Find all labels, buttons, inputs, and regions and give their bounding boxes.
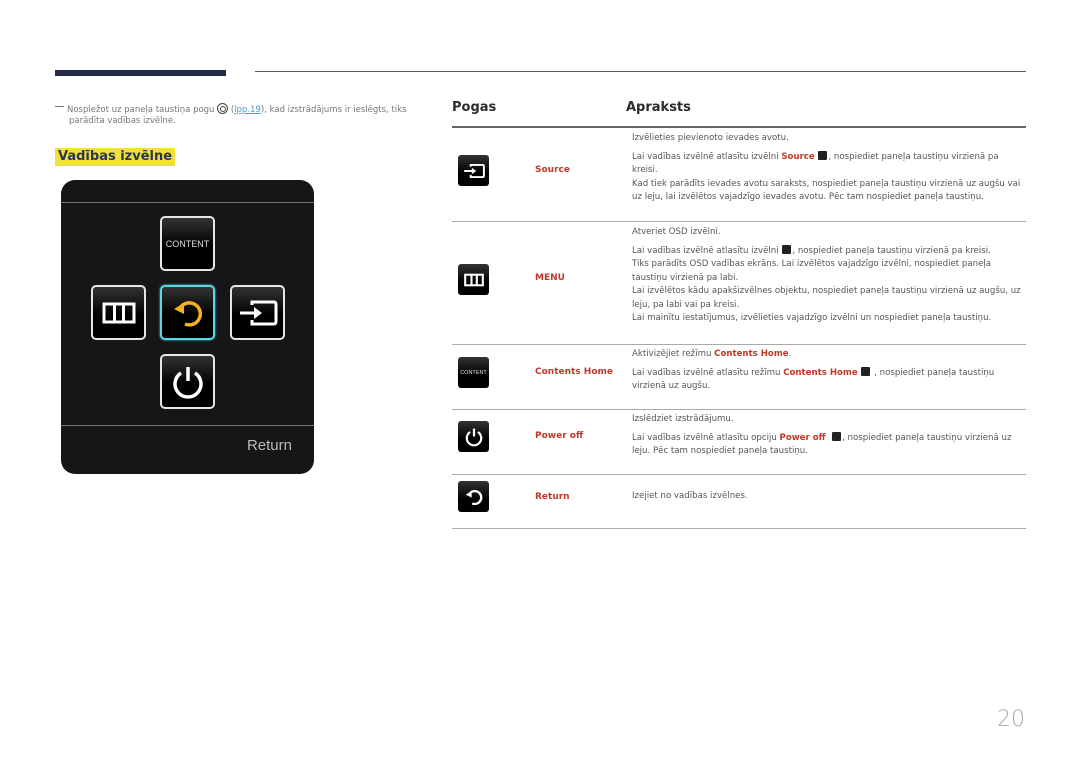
panel-key-icon: [217, 103, 229, 114]
button-name: MENU: [535, 273, 565, 283]
row-divider: [452, 344, 1026, 345]
row-description: Izslēdziet izstrādājumu. Lai vadības izv…: [632, 414, 1012, 456]
note-dash: [55, 106, 64, 107]
menu-tile: [458, 264, 489, 295]
source-button: [230, 285, 285, 340]
content-tile: CONTENT: [458, 357, 489, 388]
return-label: Return: [246, 437, 292, 454]
row-divider: [452, 474, 1026, 475]
content-button: CONTENT: [160, 216, 215, 271]
row-description: Izejiet no vadības izvēlnes.: [632, 491, 748, 501]
divider: [61, 425, 314, 426]
power-button: [160, 354, 215, 409]
source-icon: [463, 163, 485, 178]
divider: [61, 202, 314, 203]
section-title: Vadības izvēlne: [55, 148, 176, 166]
power-tile: [458, 421, 489, 452]
button-name: Source: [535, 165, 570, 175]
row-divider: [452, 528, 1026, 529]
page-link[interactable]: lpp.19: [234, 105, 261, 115]
row-description: Aktivizējiet režīmu Contents Home. Lai v…: [632, 349, 995, 391]
row-divider: [452, 221, 1026, 222]
return-tile: [458, 481, 489, 512]
menu-icon: [463, 273, 484, 286]
content-mini-icon: [861, 366, 871, 376]
source-mini-icon: [818, 150, 828, 160]
button-name: Power off: [535, 431, 584, 441]
power-icon: [172, 366, 203, 399]
button-name: Return: [535, 492, 570, 502]
menu-button: [91, 285, 146, 340]
table-header-rule: [452, 126, 1026, 128]
row-divider: [452, 409, 1026, 410]
power-mini-icon: [832, 431, 842, 441]
return-icon: [173, 300, 202, 327]
menu-icon: [102, 302, 135, 323]
page-number: 20: [997, 707, 1025, 732]
return-button: [160, 285, 215, 340]
header-rule: [255, 71, 1026, 72]
header-description: Apraksts: [626, 100, 691, 115]
button-name: Contents Home: [535, 367, 613, 377]
note: Nospiežot uz paneļa taustiņa pogu (lpp.1…: [55, 103, 435, 127]
power-icon: [465, 428, 482, 446]
control-menu-illustration: CONTENT Return: [61, 180, 314, 474]
row-description: Izvēlieties pievienoto ievades avotu. La…: [632, 133, 1021, 202]
header-buttons: Pogas: [452, 100, 497, 115]
header-accent-bar: [55, 70, 226, 76]
return-icon: [465, 489, 482, 505]
menu-mini-icon: [782, 244, 792, 254]
source-icon: [239, 300, 277, 325]
row-description: Atveriet OSD izvēlni. Lai vadības izvēln…: [632, 227, 1021, 323]
source-tile: [458, 155, 489, 186]
